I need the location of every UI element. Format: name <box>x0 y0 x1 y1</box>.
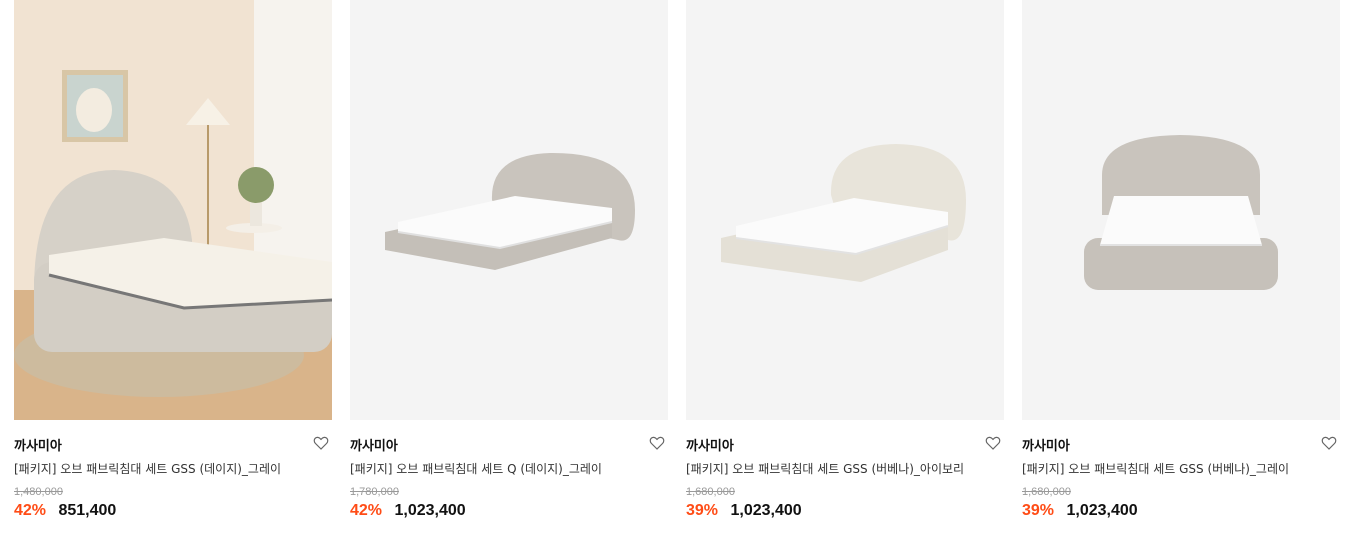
brand-name[interactable]: 까사미아 <box>1022 435 1070 454</box>
bed-front-photo <box>1022 0 1340 420</box>
bed-product-photo <box>350 0 668 420</box>
brand-name[interactable]: 까사미아 <box>686 435 734 454</box>
heart-outline-icon[interactable] <box>984 434 1002 452</box>
brand-name[interactable]: 까사미아 <box>14 435 62 454</box>
product-name[interactable]: [패키지] 오브 패브릭침대 세트 Q (데이지)_그레이 <box>350 460 650 477</box>
product-card[interactable]: 까사미아 [패키지] 오브 패브릭침대 세트 GSS (버베나)_그레이 1,6… <box>1022 0 1340 533</box>
original-price: 1,780,000 <box>350 486 399 498</box>
discount-rate: 42% <box>14 502 47 519</box>
heart-outline-icon[interactable] <box>312 434 330 452</box>
original-price: 1,680,000 <box>1022 486 1071 498</box>
product-grid: 까사미아 [패키지] 오브 패브릭침대 세트 GSS (데이지)_그레이 1,4… <box>14 0 1340 533</box>
product-image[interactable] <box>686 0 1004 420</box>
price-line: 39% 1,023,400 <box>1022 502 1138 522</box>
product-card[interactable]: 까사미아 [패키지] 오브 패브릭침대 세트 Q (데이지)_그레이 1,780… <box>350 0 668 533</box>
product-image[interactable] <box>14 0 332 420</box>
product-name[interactable]: [패키지] 오브 패브릭침대 세트 GSS (버베나)_아이보리 <box>686 460 986 477</box>
original-price: 1,480,000 <box>14 486 63 498</box>
discount-rate: 39% <box>686 502 719 519</box>
room-bed-photo <box>14 0 332 420</box>
product-name[interactable]: [패키지] 오브 패브릭침대 세트 GSS (버베나)_그레이 <box>1022 460 1322 477</box>
sale-price: 1,023,400 <box>394 502 466 519</box>
sale-price: 1,023,400 <box>1066 502 1138 519</box>
brand-name[interactable]: 까사미아 <box>350 435 398 454</box>
heart-outline-icon[interactable] <box>648 434 666 452</box>
discount-rate: 42% <box>350 502 383 519</box>
original-price: 1,680,000 <box>686 486 735 498</box>
bed-product-photo <box>686 0 1004 420</box>
product-image[interactable] <box>1022 0 1340 420</box>
product-name[interactable]: [패키지] 오브 패브릭침대 세트 GSS (데이지)_그레이 <box>14 460 314 477</box>
sale-price: 1,023,400 <box>730 502 802 519</box>
product-image[interactable] <box>350 0 668 420</box>
product-card[interactable]: 까사미아 [패키지] 오브 패브릭침대 세트 GSS (버베나)_아이보리 1,… <box>686 0 1004 533</box>
price-line: 39% 1,023,400 <box>686 502 802 522</box>
price-line: 42% 851,400 <box>14 502 116 522</box>
product-card[interactable]: 까사미아 [패키지] 오브 패브릭침대 세트 GSS (데이지)_그레이 1,4… <box>14 0 332 533</box>
price-line: 42% 1,023,400 <box>350 502 466 522</box>
heart-outline-icon[interactable] <box>1320 434 1338 452</box>
discount-rate: 39% <box>1022 502 1055 519</box>
sale-price: 851,400 <box>58 502 117 519</box>
